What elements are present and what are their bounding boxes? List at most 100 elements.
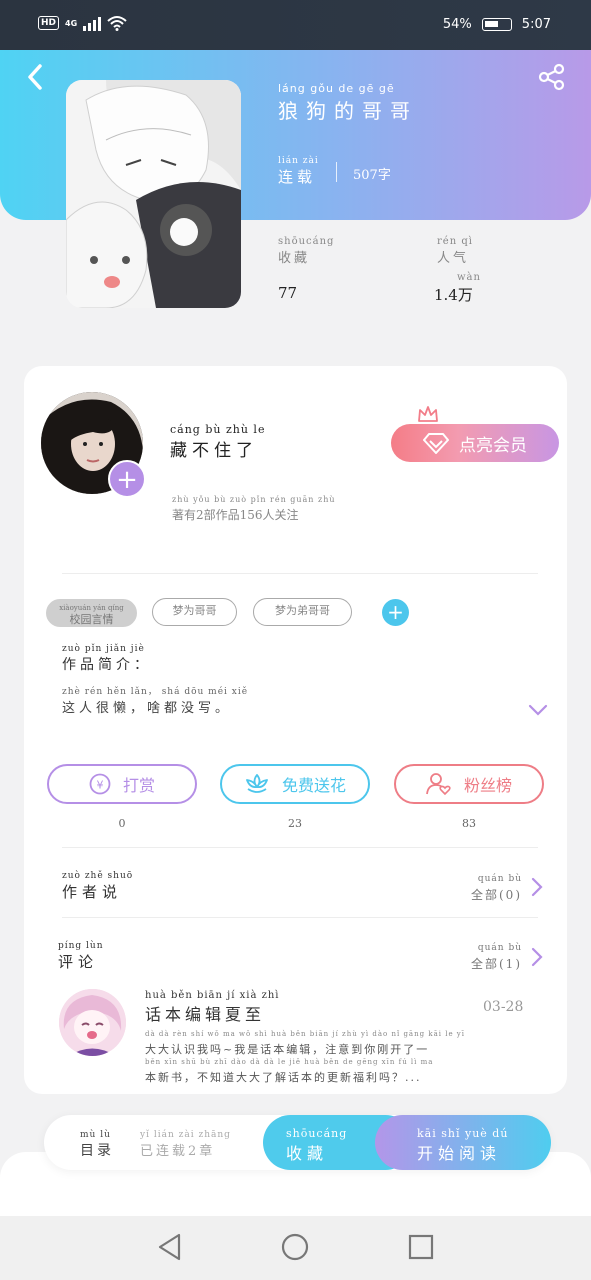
- book-title-text: 狼狗的哥哥: [278, 99, 418, 123]
- share-icon[interactable]: [537, 62, 567, 92]
- crown-icon: [418, 406, 438, 422]
- read-btn-pinyin: kāi shǐ yuè dú: [417, 1127, 509, 1140]
- comments-heading[interactable]: píng lùn 评论: [58, 941, 104, 972]
- reward-count: 0: [118, 817, 126, 830]
- vip-button[interactable]: 点亮会员: [391, 424, 559, 462]
- author-meta-text: 著有2部作品156人关注: [172, 508, 299, 522]
- signal-icon: [83, 15, 102, 31]
- commenter-name: huà běn biān jí xià zhì 话本编辑夏至: [145, 990, 280, 1025]
- status-right: 54% 5:07: [443, 17, 551, 32]
- free-flower-button[interactable]: 免费送花: [220, 764, 370, 804]
- author-name-pinyin: cáng bù zhù le: [170, 423, 266, 436]
- nav-recents-icon[interactable]: [406, 1232, 436, 1262]
- favorites-btn-label: 收藏: [286, 1144, 329, 1163]
- battery-percent: 54%: [442, 17, 472, 32]
- tag-label: 梦为弟哥哥: [275, 604, 330, 617]
- toc-button[interactable]: mù lù 目录: [80, 1130, 114, 1160]
- author-name-text: 藏不住了: [170, 441, 258, 461]
- tag-label: 校园言情: [69, 613, 114, 626]
- word-count: 507字: [353, 168, 391, 183]
- comment-line2-pinyin: běn xīn shū bù zhī dào dà dà le jiě huà …: [145, 1058, 434, 1066]
- chapter-count-text: 已连载2章: [140, 1144, 216, 1159]
- clock: 5:07: [521, 17, 551, 32]
- diamond-icon: [423, 433, 449, 454]
- author-says-heading[interactable]: zuò zhě shuō 作者说: [62, 871, 133, 902]
- intro-heading: zuò pǐn jiǎn jiè 作品简介：: [62, 644, 152, 674]
- header-separator: [336, 162, 337, 182]
- chevron-right-icon[interactable]: [530, 947, 544, 967]
- fans-icon: [426, 773, 451, 796]
- comments-pinyin: píng lùn: [58, 941, 104, 951]
- popularity-value: 1.4万: [434, 286, 473, 304]
- popularity-unit-pinyin: wàn: [457, 272, 481, 283]
- intro-heading-pinyin: zuò pǐn jiǎn jiè: [62, 644, 145, 654]
- comments-all[interactable]: quán bù 全部(1): [460, 943, 522, 972]
- intro-text-pinyin: zhè rén hěn lǎn， shá dōu méi xiě: [62, 687, 249, 697]
- toc-pinyin: mù lù: [80, 1130, 111, 1140]
- read-btn-label: 开始阅读: [417, 1144, 502, 1163]
- favorites-stat: shōucáng 收藏: [278, 236, 334, 266]
- author-says-all-pinyin: quán bù: [477, 874, 522, 884]
- author-says-all[interactable]: quán bù 全部(0): [460, 874, 522, 903]
- author-name[interactable]: cáng bù zhù le 藏不住了: [170, 423, 265, 461]
- battery-icon: [481, 18, 512, 31]
- book-status-text: 连载: [278, 168, 317, 186]
- divider: [62, 847, 538, 848]
- nav-home-icon[interactable]: [280, 1232, 310, 1262]
- comment-line1: 大大认识我吗~我是话本编辑，注意到你刚开了一: [145, 1043, 430, 1056]
- author-says-label: 作者说: [62, 883, 123, 901]
- flower-count: 23: [288, 817, 302, 830]
- tag-dream-brother[interactable]: 梦为哥哥: [152, 598, 237, 626]
- divider: [62, 917, 538, 918]
- author-meta: zhù yǒu bù zuò pǐn rén guān zhù 著有2部作品15…: [172, 495, 336, 523]
- book-title: láng gǒu de gē gē 狼狗的哥哥: [278, 82, 418, 124]
- tag-campus-romance[interactable]: xiàoyuán yán qíng 校园言情: [46, 599, 137, 627]
- author-says-all-text: 全部(0): [471, 888, 522, 902]
- yen-icon: ¥: [89, 773, 111, 795]
- comments-label: 评论: [58, 953, 99, 971]
- tag-dream-younger-brother[interactable]: 梦为弟哥哥: [253, 598, 352, 626]
- svg-text:¥: ¥: [96, 779, 103, 792]
- chevron-down-icon[interactable]: [528, 702, 548, 718]
- book-title-pinyin: láng gǒu de gē gē: [278, 82, 395, 95]
- favorites-pinyin: shōucáng: [278, 236, 335, 247]
- commenter-name-pinyin: huà běn biān jí xià zhì: [145, 990, 280, 1001]
- vip-label: 点亮会员: [459, 435, 527, 455]
- author-says-pinyin: zuò zhě shuō: [62, 871, 134, 881]
- hd-badge: HD: [38, 16, 60, 30]
- divider: [62, 573, 538, 574]
- comment-line2: 本新书，不知道大大了解话本的更新福利吗？...: [145, 1071, 422, 1084]
- author-meta-pinyin: zhù yǒu bù zuò pǐn rén guān zhù: [172, 495, 336, 504]
- favorites-label: 收藏: [278, 251, 311, 266]
- popularity-stat: rén qì 人气: [437, 236, 473, 266]
- flower-icon: [246, 774, 268, 793]
- fans-ranking-button[interactable]: 粉丝榜: [394, 764, 544, 804]
- nav-back-icon[interactable]: [155, 1232, 185, 1262]
- chapter-count-pinyin: yǐ lián zài zhāng: [140, 1130, 231, 1140]
- comment-date: 03-28: [483, 999, 524, 1015]
- commenter-name-text: 话本编辑夏至: [145, 1005, 266, 1024]
- fans-count: 83: [462, 817, 476, 830]
- comment-line1-pinyin: dà dà rèn shí wǒ ma wǒ shì huà běn biān …: [145, 1030, 466, 1038]
- free-flower-label: 免费送花: [281, 778, 346, 795]
- reward-button[interactable]: ¥ 打赏: [47, 764, 197, 804]
- intro-text: zhè rén hěn lǎn， shá dōu méi xiě 这人很懒，啥都…: [62, 684, 248, 716]
- intro-heading-text: 作品简介：: [62, 657, 152, 673]
- comments-all-text: 全部(1): [471, 957, 522, 971]
- status-left: HD 4G: [38, 15, 127, 31]
- commenter-avatar[interactable]: [59, 989, 126, 1056]
- add-tag-button[interactable]: +: [382, 599, 409, 626]
- book-cover-image[interactable]: [66, 80, 241, 308]
- wifi-icon: [107, 16, 127, 31]
- toc-label: 目录: [80, 1143, 114, 1159]
- follow-author-button[interactable]: +: [108, 460, 146, 498]
- popularity-label: 人气: [437, 251, 470, 266]
- comment-text[interactable]: dà dà rèn shí wǒ ma wǒ shì huà běn biān …: [145, 1028, 523, 1084]
- start-reading-button[interactable]: kāi shǐ yuè dú 开始阅读: [375, 1115, 551, 1170]
- status-bar: HD 4G 54% 5:07: [0, 0, 591, 50]
- chevron-right-icon[interactable]: [530, 877, 544, 897]
- favorites-value: 77: [278, 284, 298, 302]
- fans-ranking-label: 粉丝榜: [463, 778, 512, 795]
- reward-label: 打赏: [122, 778, 155, 795]
- back-icon[interactable]: [24, 62, 48, 92]
